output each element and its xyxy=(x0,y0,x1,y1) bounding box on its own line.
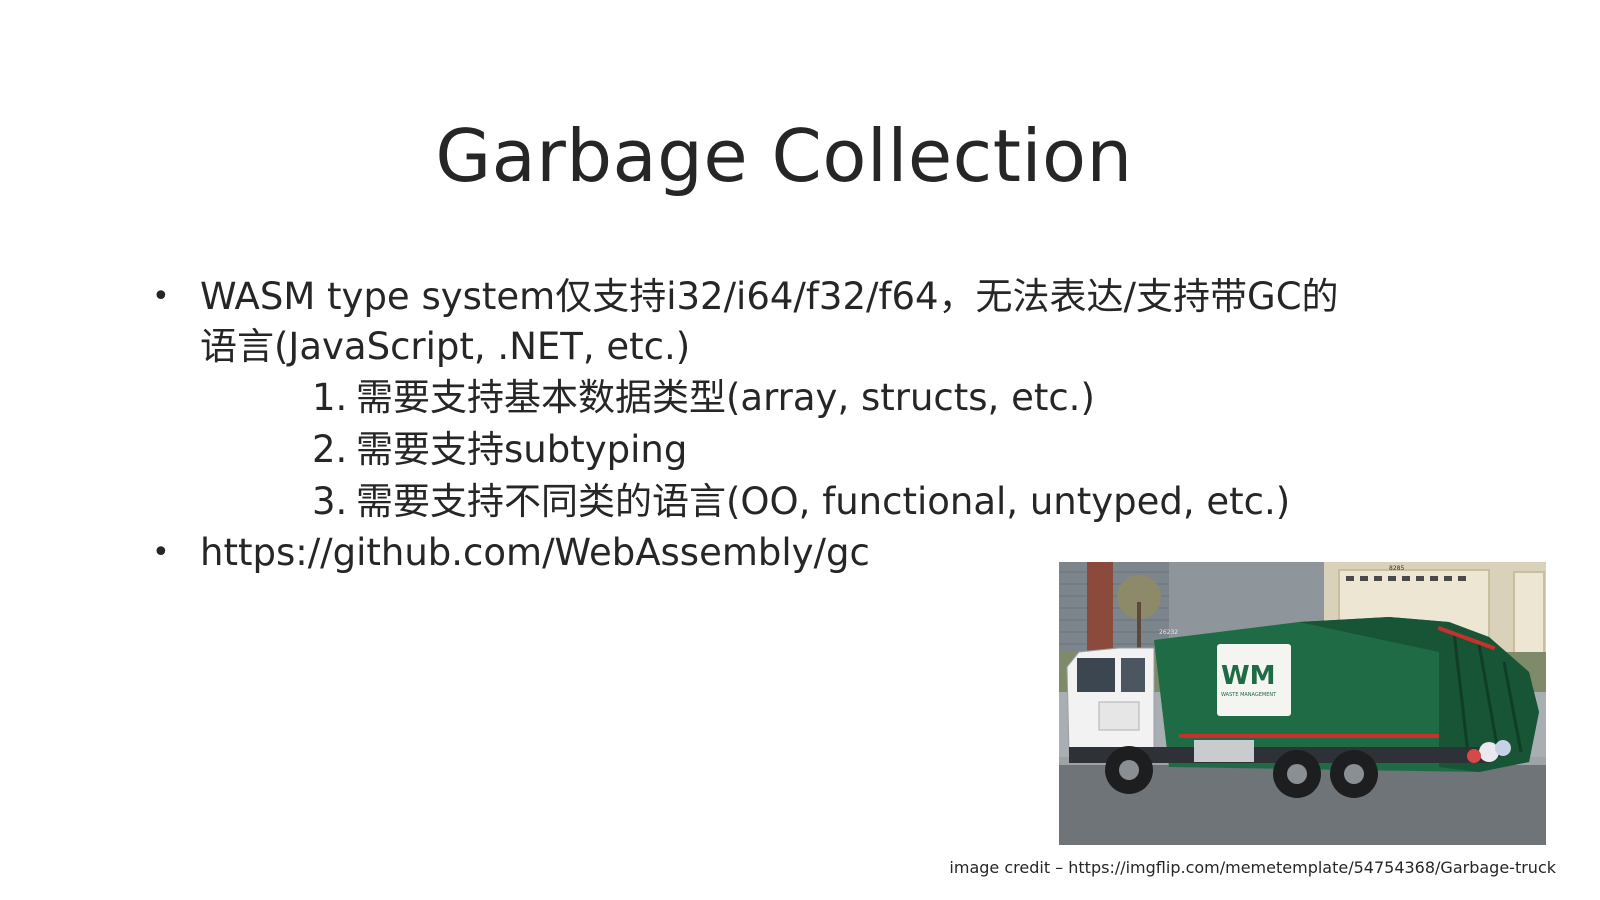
bullet-dot: • xyxy=(152,535,170,570)
sublist-text: 需要支持subtyping xyxy=(356,428,688,471)
wm-logo-text: WM xyxy=(1221,661,1276,691)
bullet-text-line-2: 语言(JavaScript, .NET, etc.) xyxy=(200,325,691,368)
bullet-text-line-1: WASM type system仅支持i32/i64/f32/f64，无法表达/… xyxy=(200,275,1339,318)
wm-url-text: www.wm.com xyxy=(1235,708,1270,714)
wm-logo-subtext: WASTE MANAGEMENT xyxy=(1221,692,1277,698)
sublist-number: 3. xyxy=(312,480,348,523)
garbage-truck-illustration: 8285 WM WASTE MANAGEMENT www.wm.com 2623… xyxy=(1059,562,1546,845)
sublist-number: 2. xyxy=(312,428,348,471)
bullet-wasm-type-system: • WASM type system仅支持i32/i64/f32/f64，无法表… xyxy=(150,272,1410,528)
house-number-text: 8285 xyxy=(1389,565,1404,572)
garbage-truck-photo: 8285 WM WASTE MANAGEMENT www.wm.com 2623… xyxy=(1059,562,1546,845)
bullet-dot: • xyxy=(152,279,170,314)
slide: Garbage Collection • WASM type system仅支持… xyxy=(0,0,1600,900)
sublist-item: 2. 需要支持subtyping xyxy=(200,424,1410,476)
sublist-item: 3. 需要支持不同类的语言(OO, functional, untyped, et… xyxy=(200,476,1410,528)
image-credit: image credit – https://imgflip.com/memet… xyxy=(949,858,1556,877)
slide-content: • WASM type system仅支持i32/i64/f32/f64，无法表… xyxy=(150,272,1410,578)
sublist-text: 需要支持不同类的语言(OO, functional, untyped, etc.… xyxy=(356,480,1291,523)
sublist-item: 1. 需要支持基本数据类型(array, structs, etc.) xyxy=(200,372,1410,424)
numbered-sublist: 1. 需要支持基本数据类型(array, structs, etc.) 2. 需要支… xyxy=(200,372,1410,528)
slide-title: Garbage Collection xyxy=(435,114,1133,198)
sublist-text: 需要支持基本数据类型(array, structs, etc.) xyxy=(356,376,1095,419)
truck-unit-number: 26232 xyxy=(1159,629,1178,636)
sublist-number: 1. xyxy=(312,376,348,419)
